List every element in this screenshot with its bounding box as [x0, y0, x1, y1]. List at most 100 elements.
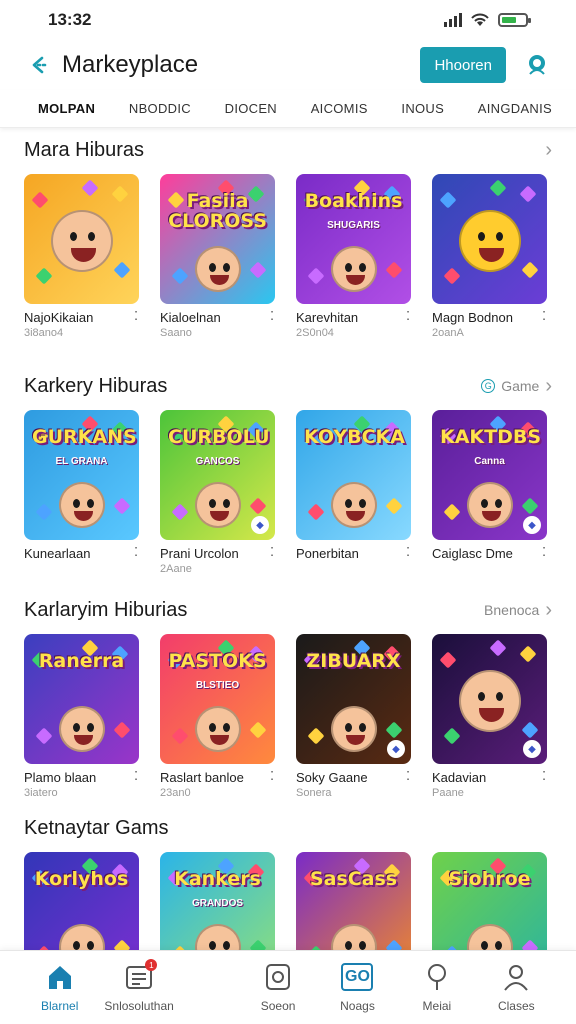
game-thumbnail: KOYBCKA — [296, 410, 411, 540]
game-card[interactable]: Siohroe — [432, 852, 547, 950]
wifi-icon — [471, 13, 489, 26]
more-options-icon[interactable]: ⁚ — [270, 546, 275, 558]
game-subtitle: Saano — [160, 327, 192, 339]
section-more-link[interactable]: G Game › — [481, 375, 552, 398]
face-feature — [345, 262, 353, 272]
gem-decoration — [113, 261, 131, 279]
game-card[interactable]: Fasiia CLOROSS Kialoelnan Saano ⁚ — [160, 174, 275, 339]
store-badge-icon[interactable] — [522, 50, 552, 80]
more-options-icon[interactable]: ⁚ — [542, 310, 547, 322]
face-feature — [479, 707, 504, 722]
game-card[interactable]: ZIBUARX ◆ Soky Gaane Sonera ⁚ — [296, 634, 411, 799]
section-more-label: Game — [501, 378, 540, 394]
nav-label: Soeon — [260, 999, 296, 1013]
platform-badge-icon: ◆ — [523, 740, 541, 758]
card-text: Prani Urcolon 2Aane — [160, 546, 239, 575]
section-1: Karkery Hiburas G Game › GURKANS EL GRANA Kune… — [0, 366, 576, 575]
game-card[interactable]: NajoKikaian 3i8ano4 ⁚ — [24, 174, 139, 339]
more-options-icon[interactable]: ⁚ — [406, 310, 411, 322]
game-card[interactable]: CURBOLU GANCOS ◆ Prani Urcolon 2Aane ⁚ — [160, 410, 275, 575]
section-0: Mara Hiburas › NajoKikaian 3i8ano4 ⁚ Fasiia C… — [0, 130, 576, 339]
face-feature — [477, 231, 485, 241]
nav-profile[interactable]: Clases — [477, 961, 556, 1024]
chevron-right-icon: › — [545, 374, 552, 397]
gem-decoration — [249, 721, 267, 739]
gem-decoration — [521, 261, 539, 279]
nav-location[interactable]: Meiai — [397, 961, 476, 1024]
tab-inous[interactable]: INOUS — [401, 101, 444, 116]
gem-decoration — [113, 721, 131, 739]
back-button[interactable] — [24, 50, 54, 80]
face-feature — [74, 734, 93, 745]
section-more-link[interactable]: › — [545, 139, 552, 162]
nav-label: Meiai — [422, 999, 452, 1013]
header-action-button[interactable]: Hhooren — [420, 47, 506, 83]
gem-decoration — [521, 939, 539, 950]
more-options-icon[interactable]: ⁚ — [542, 546, 547, 558]
more-options-icon[interactable]: ⁚ — [406, 546, 411, 558]
tab-nboddic[interactable]: NBODDIC — [129, 101, 191, 116]
game-logo-subtext: EL GRANA — [55, 456, 108, 467]
game-logo-text: PASTOKS — [168, 650, 267, 672]
gem-decoration — [489, 179, 507, 197]
tab-aicomis[interactable]: AICOMIS — [311, 101, 368, 116]
section-header: Mara Hiburas › — [0, 130, 576, 170]
more-options-icon[interactable]: ⁚ — [542, 770, 547, 782]
game-thumbnail: ZIBUARX ◆ — [296, 634, 411, 764]
tab-diocen[interactable]: DIOCEN — [225, 101, 277, 116]
nav-game-card[interactable]: Soeon — [238, 961, 317, 1024]
chevron-right-icon: › — [545, 138, 552, 161]
game-card[interactable]: ◆ Kadavian Paane ⁚ — [432, 634, 547, 799]
nav-news[interactable]: 1 Snlosoluthan — [99, 959, 178, 1024]
game-card[interactable]: Ranerra Plamo blaan 3iatero ⁚ — [24, 634, 139, 799]
nav-home[interactable]: Blarnel — [20, 961, 99, 1024]
gem-decoration — [35, 267, 53, 285]
game-thumbnail: CURBOLU GANCOS ◆ — [160, 410, 275, 540]
section-3: Ketnaytar Gams Korlyhos Kankers GRANDOS SasC… — [0, 808, 576, 950]
face-feature — [209, 262, 217, 272]
gem-decoration — [521, 721, 539, 739]
more-options-icon[interactable]: ⁚ — [270, 770, 275, 782]
home-icon — [44, 961, 76, 993]
card-meta: Kadavian Paane ⁚ — [432, 770, 547, 799]
more-options-icon[interactable]: ⁚ — [134, 310, 139, 322]
game-card[interactable]: Magn Bodnon 2oanA ⁚ — [432, 174, 547, 339]
face-feature — [345, 940, 353, 950]
section-more-link[interactable]: Bnenoca › — [484, 599, 552, 622]
game-card-icon — [262, 961, 294, 993]
tab-molpan[interactable]: MOLPAN — [38, 101, 95, 116]
nav-gg[interactable]: GO Noags — [318, 961, 397, 1024]
game-logo-text: KOYBCKA — [304, 426, 405, 448]
game-logo-text: Kankers — [174, 868, 261, 890]
game-card[interactable]: Kankers GRANDOS — [160, 852, 275, 950]
game-logo-text: CURBOLU — [168, 426, 270, 448]
gem-decoration — [443, 267, 461, 285]
game-subtitle: Paane — [432, 787, 464, 799]
tab-aingdanis[interactable]: AINGDANIS — [478, 101, 552, 116]
game-card[interactable]: KOYBCKA Ponerbitan ⁚ — [296, 410, 411, 575]
more-options-icon[interactable]: ⁚ — [406, 770, 411, 782]
game-card[interactable]: PASTOKS BLSTIEO Raslart banloe 23an0 ⁚ — [160, 634, 275, 799]
gem-decoration — [519, 185, 537, 203]
face-feature — [210, 734, 229, 745]
character-face — [194, 706, 241, 752]
game-card[interactable]: KAKTDBS Canna ◆ Caiglasc Dme ⁚ — [432, 410, 547, 575]
gem-decoration — [307, 267, 325, 285]
gg-icon: GO — [341, 961, 374, 993]
face-feature — [496, 691, 504, 701]
game-title: Karevhitan — [296, 310, 359, 325]
game-card[interactable]: Korlyhos — [24, 852, 139, 950]
app-header: Markeyplace Hhooren — [0, 40, 576, 90]
game-card[interactable]: SasCass — [296, 852, 411, 950]
face-feature — [482, 510, 501, 521]
card-meta: Karevhitan 2S0n04 ⁚ — [296, 310, 411, 339]
more-options-icon[interactable]: ⁚ — [270, 310, 275, 322]
more-options-icon[interactable]: ⁚ — [134, 770, 139, 782]
game-card[interactable]: GURKANS EL GRANA Kunearlaan ⁚ — [24, 410, 139, 575]
face-feature — [346, 274, 365, 285]
face-feature — [223, 262, 231, 272]
more-options-icon[interactable]: ⁚ — [134, 546, 139, 558]
character-face — [194, 482, 241, 528]
game-card[interactable]: Boakhins SHUGARIS Karevhitan 2S0n04 ⁚ — [296, 174, 411, 339]
gem-decoration — [521, 497, 539, 515]
